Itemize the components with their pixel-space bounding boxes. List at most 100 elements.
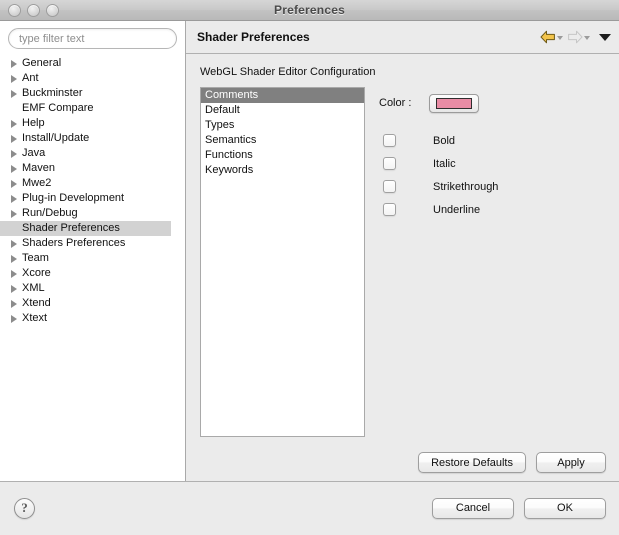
filter-input[interactable] — [8, 28, 177, 49]
expand-triangle-icon[interactable] — [10, 148, 21, 159]
expand-triangle-icon[interactable] — [10, 163, 21, 174]
forward-arrow-icon — [568, 30, 583, 44]
back-button[interactable] — [539, 29, 564, 45]
back-arrow-icon — [540, 30, 555, 44]
style-option-underline[interactable]: Underline — [379, 198, 589, 221]
sidebar-item-label: Mwe2 — [22, 177, 52, 189]
category-item-functions[interactable]: Functions — [201, 148, 364, 163]
page-header: Shader Preferences — [186, 21, 619, 54]
preferences-content-pane: Shader Preferences WebGL Shader Editor C… — [186, 21, 619, 481]
category-item-default[interactable]: Default — [201, 103, 364, 118]
traffic-light-group — [8, 4, 59, 17]
expand-triangle-icon[interactable] — [10, 118, 21, 129]
page-header-toolbar — [539, 29, 611, 45]
checkbox-underline[interactable] — [383, 203, 396, 216]
sidebar-item-xml[interactable]: XML — [0, 281, 185, 296]
dialog-footer: ? Cancel OK — [0, 481, 619, 534]
sidebar-item-label: Run/Debug — [22, 207, 78, 219]
view-menu-triangle-icon[interactable] — [599, 34, 611, 41]
configuration-label: WebGL Shader Editor Configuration — [200, 66, 376, 78]
expand-triangle-icon[interactable] — [10, 193, 21, 204]
category-item-semantics[interactable]: Semantics — [201, 133, 364, 148]
sidebar-item-shaders-preferences[interactable]: Shaders Preferences — [0, 236, 185, 251]
syntax-category-list[interactable]: Comments Default Types Semantics Functions Ke… — [200, 87, 365, 437]
sidebar-item-label: Shaders Preferences — [22, 237, 126, 249]
sidebar-item-emf-compare[interactable]: EMF Compare — [0, 101, 185, 116]
minimize-button[interactable] — [27, 4, 40, 17]
checkbox-label: Strikethrough — [433, 180, 499, 193]
category-item-types[interactable]: Types — [201, 118, 364, 133]
configuration-columns: Comments Default Types Semantics Functions Ke… — [200, 87, 619, 437]
expand-triangle-icon[interactable] — [10, 268, 21, 279]
help-button[interactable]: ? — [14, 497, 35, 519]
sidebar-item-label: Java — [22, 147, 46, 159]
close-button[interactable] — [8, 4, 21, 17]
sidebar-item-buckminster[interactable]: Buckminster — [0, 86, 185, 101]
sidebar-item-xcore[interactable]: Xcore — [0, 266, 185, 281]
sidebar-item-java[interactable]: Java — [0, 146, 185, 161]
sidebar-item-shader-preferences[interactable]: Shader Preferences — [0, 221, 171, 236]
window-title: Preferences — [274, 3, 345, 17]
expand-triangle-icon[interactable] — [10, 178, 21, 189]
style-option-italic[interactable]: Italic — [379, 152, 589, 175]
apply-button[interactable]: Apply — [536, 452, 606, 473]
sidebar-item-xtext[interactable]: Xtext — [0, 311, 185, 326]
expand-triangle-icon[interactable] — [10, 253, 21, 264]
sidebar-item-plug-in-development[interactable]: Plug-in Development — [0, 191, 185, 206]
zoom-button[interactable] — [46, 4, 59, 17]
page-title: Shader Preferences — [197, 30, 310, 44]
color-label: Color : — [379, 97, 412, 109]
color-picker-button[interactable] — [429, 93, 479, 113]
footer-button-group: Cancel OK — [432, 497, 606, 519]
sidebar-item-ant[interactable]: Ant — [0, 71, 185, 86]
sidebar-item-label: Ant — [22, 72, 39, 84]
expand-triangle-icon[interactable] — [10, 58, 21, 69]
sidebar-item-install-update[interactable]: Install/Update — [0, 131, 185, 146]
sidebar-item-mwe2[interactable]: Mwe2 — [0, 176, 185, 191]
forward-dropdown-chevron-down-icon[interactable] — [584, 36, 590, 40]
preferences-tree[interactable]: General Ant Buckminster EMF Compare Help Inst… — [0, 55, 185, 481]
expand-triangle-icon[interactable] — [10, 133, 21, 144]
expand-triangle-icon[interactable] — [10, 238, 21, 249]
forward-button[interactable] — [566, 29, 591, 45]
sidebar-item-label: Help — [22, 117, 45, 129]
category-item-keywords[interactable]: Keywords — [201, 163, 364, 178]
checkbox-strikethrough[interactable] — [383, 180, 396, 193]
style-option-strikethrough[interactable]: Strikethrough — [379, 175, 589, 198]
category-item-comments[interactable]: Comments — [201, 88, 364, 103]
expand-triangle-icon[interactable] — [10, 283, 21, 294]
expand-triangle-icon[interactable] — [10, 298, 21, 309]
checkbox-label: Underline — [433, 203, 481, 216]
checkbox-italic[interactable] — [383, 157, 396, 170]
dialog-body: General Ant Buckminster EMF Compare Help Inst… — [0, 21, 619, 481]
sidebar-item-label: XML — [22, 282, 45, 294]
restore-defaults-button[interactable]: Restore Defaults — [418, 452, 526, 473]
expand-triangle-icon[interactable] — [10, 88, 21, 99]
style-option-bold[interactable]: Bold — [379, 129, 589, 152]
color-row: Color : — [379, 91, 589, 115]
sidebar-item-general[interactable]: General — [0, 56, 185, 71]
expand-triangle-icon[interactable] — [10, 313, 21, 324]
sidebar-item-maven[interactable]: Maven — [0, 161, 185, 176]
preferences-sidebar: General Ant Buckminster EMF Compare Help Inst… — [0, 21, 186, 481]
apply-button-row: Restore Defaults Apply — [418, 452, 606, 473]
sidebar-item-label: Team — [22, 252, 49, 264]
sidebar-item-help[interactable]: Help — [0, 116, 185, 131]
checkbox-bold[interactable] — [383, 134, 396, 147]
filter-container — [0, 21, 185, 55]
expand-triangle-icon[interactable] — [10, 73, 21, 84]
sidebar-item-label: General — [22, 57, 62, 69]
sidebar-item-xtend[interactable]: Xtend — [0, 296, 185, 311]
back-dropdown-chevron-down-icon[interactable] — [557, 36, 563, 40]
expand-triangle-icon[interactable] — [10, 208, 21, 219]
sidebar-item-label: Install/Update — [22, 132, 90, 144]
cancel-button[interactable]: Cancel — [432, 497, 514, 519]
sidebar-item-label: Xcore — [22, 267, 51, 279]
checkbox-label: Bold — [433, 134, 456, 147]
sidebar-item-run-debug[interactable]: Run/Debug — [0, 206, 185, 221]
window-titlebar: Preferences — [0, 0, 619, 21]
sidebar-item-team[interactable]: Team — [0, 251, 185, 266]
ok-button[interactable]: OK — [524, 497, 606, 519]
